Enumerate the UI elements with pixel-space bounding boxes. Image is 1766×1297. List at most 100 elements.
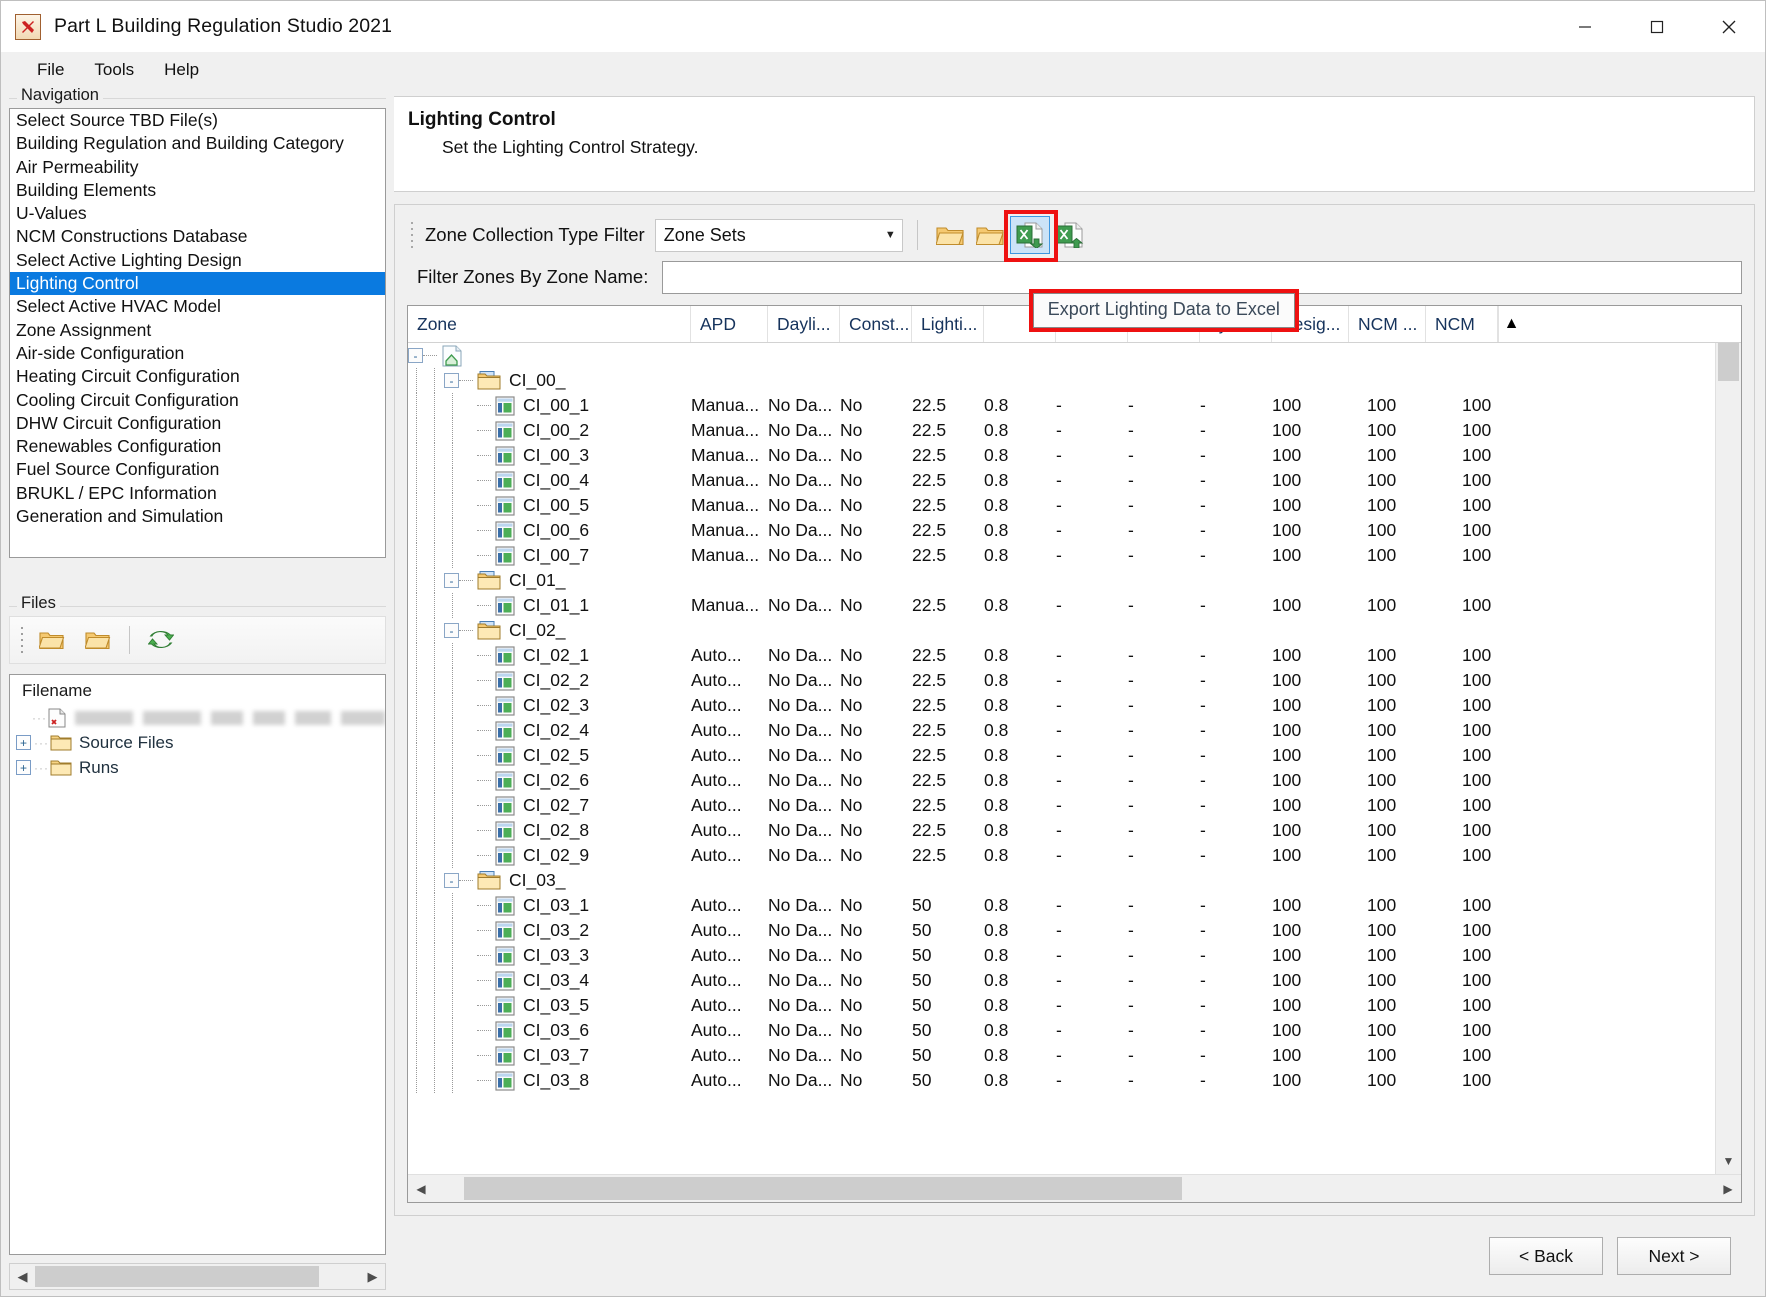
open-folder-alt-icon[interactable] (970, 216, 1010, 254)
sidebar-item-air-permeability[interactable]: Air Permeability (10, 156, 385, 179)
table-row[interactable]: CI_02_7 Auto... No Da... No 22.5 0.8 - - - 100 100… (408, 793, 1715, 818)
expand-toggle[interactable]: - (444, 373, 459, 388)
sidebar-item-brukl-epc-information[interactable]: BRUKL / EPC Information (10, 482, 385, 505)
sidebar-item-lighting-control[interactable]: Lighting Control (10, 272, 385, 296)
table-row[interactable]: - CI_01_ (408, 568, 1715, 593)
table-row[interactable]: CI_03_4 Auto... No Da... No 50 0.8 - - - 100 100 10… (408, 968, 1715, 993)
menu-file[interactable]: File (23, 56, 78, 84)
table-row[interactable]: CI_02_4 Auto... No Da... No 22.5 0.8 - - - 100 100… (408, 718, 1715, 743)
column-header-constant[interactable]: Const... (840, 306, 912, 342)
refresh-icon[interactable] (142, 621, 180, 659)
table-row[interactable]: CI_00_1 Manua... No Da... No 22.5 0.8 - - - 100 10… (408, 393, 1715, 418)
navigation-list[interactable]: Select Source TBD File(s) Building Regul… (9, 108, 386, 558)
sidebar-item-select-source-tbd-files[interactable]: Select Source TBD File(s) (10, 109, 385, 132)
table-row[interactable]: - CI_03_ (408, 868, 1715, 893)
expand-toggle[interactable]: + (16, 735, 31, 750)
open-folder-alt-icon[interactable] (79, 621, 117, 659)
list-item[interactable]: ······ (10, 705, 385, 730)
zones-grid[interactable]: Zone APD Dayli... Const... Lighti... ayl… (407, 305, 1742, 1203)
table-row[interactable]: CI_03_7 Auto... No Da... No 50 0.8 - - - 100 100 10… (408, 1043, 1715, 1068)
table-row[interactable]: - (408, 343, 1715, 368)
grid-vertical-scrollbar[interactable]: ▼ (1715, 343, 1741, 1174)
table-row[interactable]: CI_02_6 Auto... No Da... No 22.5 0.8 - - - 100 100… (408, 768, 1715, 793)
table-row[interactable]: CI_03_8 Auto... No Da... No 50 0.8 - - - 100 100 10… (408, 1068, 1715, 1093)
table-row[interactable]: - CI_02_ (408, 618, 1715, 643)
left-pane-horizontal-scrollbar[interactable]: ◀ ▶ (9, 1263, 386, 1290)
open-folder-icon[interactable] (930, 216, 970, 254)
table-row[interactable]: CI_02_8 Auto... No Da... No 22.5 0.8 - - - 100 100… (408, 818, 1715, 843)
open-folder-icon[interactable] (33, 621, 71, 659)
close-button[interactable] (1693, 1, 1765, 52)
table-row[interactable]: CI_00_7 Manua... No Da... No 22.5 0.8 - - - 100 10… (408, 543, 1715, 568)
expand-toggle[interactable]: - (444, 573, 459, 588)
expand-toggle[interactable]: - (444, 623, 459, 638)
toolbar-grip[interactable] (18, 625, 25, 655)
menu-tools[interactable]: Tools (80, 56, 148, 84)
sidebar-item-cooling-circuit-configuration[interactable]: Cooling Circuit Configuration (10, 389, 385, 412)
table-row[interactable]: CI_02_2 Auto... No Da... No 22.5 0.8 - - - 100 100… (408, 668, 1715, 693)
scroll-left-button[interactable]: ◀ (408, 1175, 434, 1202)
hscroll-thumb[interactable] (464, 1177, 1182, 1200)
scroll-right-button[interactable]: ▶ (360, 1264, 385, 1289)
table-row[interactable]: CI_00_6 Manua... No Da... No 22.5 0.8 - - - 100 10… (408, 518, 1715, 543)
hscroll-track[interactable] (434, 1175, 1715, 1202)
zone-collection-type-select[interactable]: Zone Sets ▼ (654, 218, 903, 252)
files-tree[interactable]: Filename ······ + (9, 674, 386, 1255)
table-row[interactable]: CI_01_1 Manua... No Da... No 22.5 0.8 - - - 100 10… (408, 593, 1715, 618)
sidebar-item-select-active-lighting-design[interactable]: Select Active Lighting Design (10, 249, 385, 272)
sidebar-item-fuel-source-configuration[interactable]: Fuel Source Configuration (10, 458, 385, 481)
expand-toggle[interactable]: - (444, 873, 459, 888)
sidebar-item-heating-circuit-configuration[interactable]: Heating Circuit Configuration (10, 365, 385, 388)
filter-zones-input[interactable] (662, 260, 1742, 294)
table-row[interactable]: CI_02_5 Auto... No Da... No 22.5 0.8 - - - 100 100… (408, 743, 1715, 768)
list-item[interactable]: + ··· Source Files (10, 730, 385, 755)
sidebar-item-renewables-configuration[interactable]: Renewables Configuration (10, 435, 385, 458)
sidebar-item-building-elements[interactable]: Building Elements (10, 179, 385, 202)
table-row[interactable]: CI_00_4 Manua... No Da... No 22.5 0.8 - - - 100 10… (408, 468, 1715, 493)
minimize-button[interactable] (1549, 1, 1621, 52)
sidebar-item-zone-assignment[interactable]: Zone Assignment (10, 319, 385, 342)
table-row[interactable]: CI_00_3 Manua... No Da... No 22.5 0.8 - - - 100 10… (408, 443, 1715, 468)
vscroll-thumb[interactable] (1718, 343, 1739, 381)
table-row[interactable]: CI_02_3 Auto... No Da... No 22.5 0.8 - - - 100 100… (408, 693, 1715, 718)
table-row[interactable]: CI_02_9 Auto... No Da... No 22.5 0.8 - - - 100 100… (408, 843, 1715, 868)
scroll-right-button[interactable]: ▶ (1715, 1175, 1741, 1202)
sidebar-item-u-values[interactable]: U-Values (10, 202, 385, 225)
sidebar-item-building-regulation-and-building-category[interactable]: Building Regulation and Building Categor… (10, 132, 385, 155)
scroll-track[interactable] (35, 1264, 360, 1289)
table-row[interactable]: CI_03_3 Auto... No Da... No 50 0.8 - - - 100 100 10… (408, 943, 1715, 968)
column-header-lighting[interactable]: Lighti... (912, 306, 984, 342)
column-header-ncm2[interactable]: NCM (1426, 306, 1498, 342)
vscroll-track[interactable] (1716, 343, 1741, 1148)
table-row[interactable]: CI_03_2 Auto... No Da... No 50 0.8 - - - 100 100 10… (408, 918, 1715, 943)
import-lighting-data-from-excel-button[interactable] (1050, 216, 1090, 254)
table-row[interactable]: CI_02_1 Auto... No Da... No 22.5 0.8 - - - 100 100… (408, 643, 1715, 668)
column-header-ncm1[interactable]: NCM ... (1349, 306, 1426, 342)
sidebar-item-select-active-hvac-model[interactable]: Select Active HVAC Model (10, 295, 385, 318)
column-header-daylight[interactable]: Dayli... (768, 306, 840, 342)
table-row[interactable]: CI_03_1 Auto... No Da... No 50 0.8 - - - 100 100 10… (408, 893, 1715, 918)
grid-scroll-up-icon[interactable]: ▲ (1498, 306, 1524, 342)
column-header-apd[interactable]: APD (691, 306, 768, 342)
expand-toggle[interactable]: - (408, 348, 423, 363)
grid-rows-container[interactable]: - - CI_00_ CI_00_1 Manua... No Da... No 22.5 0.8… (408, 343, 1715, 1174)
scroll-left-button[interactable]: ◀ (10, 1264, 35, 1289)
grid-body[interactable]: - - CI_00_ CI_00_1 Manua... No Da... No 22.5 0.8… (408, 343, 1741, 1174)
table-row[interactable]: CI_00_5 Manua... No Da... No 22.5 0.8 - - - 100 10… (408, 493, 1715, 518)
column-header-zone[interactable]: Zone (408, 306, 691, 342)
expand-toggle[interactable]: + (16, 760, 31, 775)
scroll-thumb[interactable] (35, 1266, 319, 1287)
sidebar-item-dhw-circuit-configuration[interactable]: DHW Circuit Configuration (10, 412, 385, 435)
export-lighting-data-to-excel-button[interactable] (1009, 216, 1050, 254)
maximize-button[interactable] (1621, 1, 1693, 52)
table-row[interactable]: CI_03_5 Auto... No Da... No 50 0.8 - - - 100 100 10… (408, 993, 1715, 1018)
menu-help[interactable]: Help (150, 56, 213, 84)
scroll-down-button[interactable]: ▼ (1716, 1148, 1741, 1174)
back-button[interactable]: < Back (1489, 1237, 1603, 1275)
toolbar-grip[interactable] (407, 220, 417, 250)
table-row[interactable]: CI_00_2 Manua... No Da... No 22.5 0.8 - - - 100 10… (408, 418, 1715, 443)
list-item[interactable]: + ··· Runs (10, 755, 385, 780)
grid-horizontal-scrollbar[interactable]: ◀ ▶ (408, 1174, 1741, 1202)
sidebar-item-ncm-constructions-database[interactable]: NCM Constructions Database (10, 225, 385, 248)
next-button[interactable]: Next > (1617, 1237, 1731, 1275)
